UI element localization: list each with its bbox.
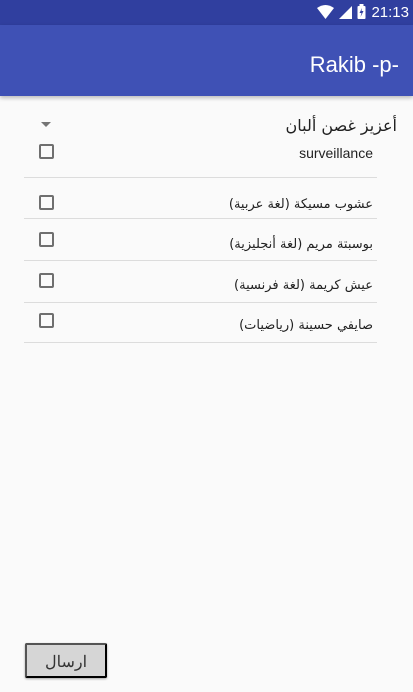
battery-icon xyxy=(357,3,366,23)
teacher-dropdown[interactable]: أعزيز غصن ألبان xyxy=(24,114,397,138)
checkbox[interactable] xyxy=(39,313,54,328)
checkbox[interactable] xyxy=(39,195,54,210)
list-item-label: صايفي حسينة (رياضيات) xyxy=(239,318,373,333)
list-item-label: بوسبتة مريم (لغة أنجليزية) xyxy=(229,237,373,252)
submit-button[interactable]: ارسال xyxy=(25,643,107,678)
list-item: عيش كريمة (لغة فرنسية) xyxy=(24,261,377,303)
list-item: عشوب مسيكة (لغة عربية) xyxy=(24,178,377,219)
signal-icon xyxy=(339,4,353,23)
checkbox[interactable] xyxy=(39,144,54,159)
list-item-label: عشوب مسيكة (لغة عربية) xyxy=(228,197,373,212)
status-bar: 21:13 xyxy=(0,0,413,25)
status-time: 21:13 xyxy=(371,4,409,21)
list-item: بوسبتة مريم (لغة أنجليزية) xyxy=(24,219,377,261)
checkbox-list: surveillance عشوب مسيكة (لغة عربية) بوسب… xyxy=(24,138,377,343)
list-item-label: surveillance xyxy=(299,145,373,161)
main-content: أعزيز غصن ألبان surveillance عشوب مسيكة … xyxy=(0,96,413,626)
list-item: صايفي حسينة (رياضيات) xyxy=(24,303,377,343)
dropdown-arrow-icon[interactable] xyxy=(41,122,51,127)
checkbox[interactable] xyxy=(39,273,54,288)
dropdown-selected-value: أعزيز غصن ألبان xyxy=(285,116,397,135)
list-item-label: عيش كريمة (لغة فرنسية) xyxy=(234,278,373,293)
app-title: Rakib -p- xyxy=(309,52,399,77)
checkbox[interactable] xyxy=(39,232,54,247)
status-icons: 21:13 xyxy=(317,3,409,23)
list-item: surveillance xyxy=(24,138,377,178)
wifi-icon xyxy=(317,4,335,23)
app-bar: Rakib -p- xyxy=(0,25,413,96)
